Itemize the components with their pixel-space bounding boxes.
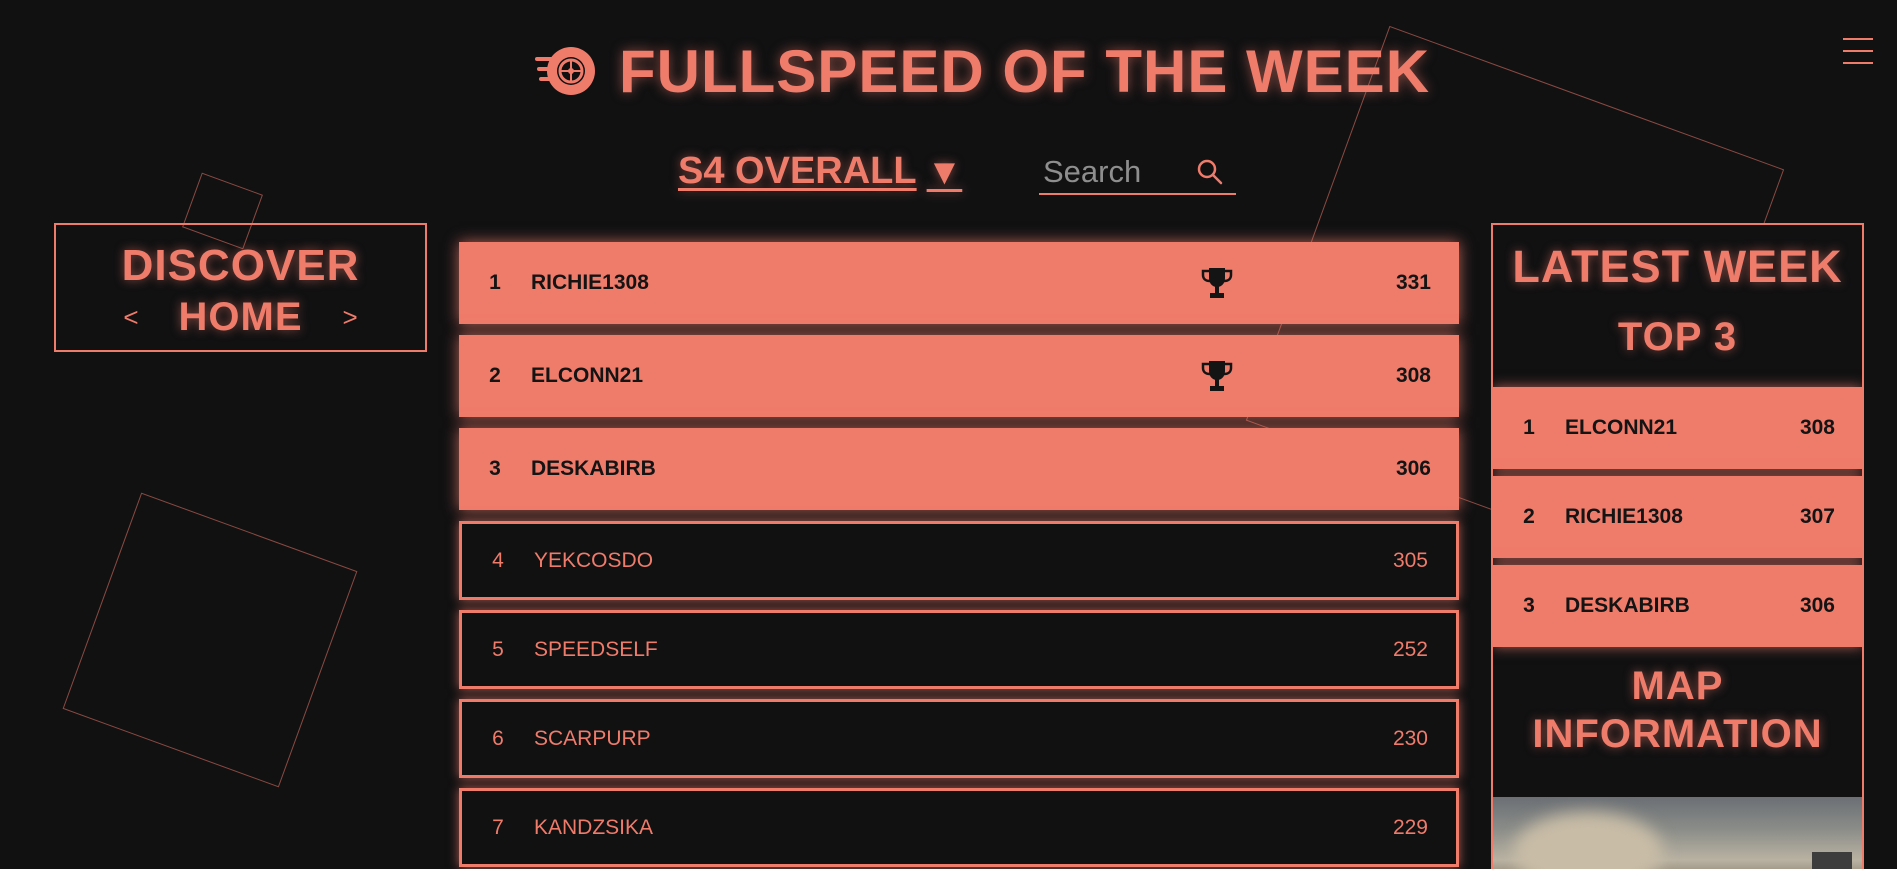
score: 230 xyxy=(1392,726,1428,750)
latest-week-row[interactable]: 2 RICHIE1308 307 xyxy=(1493,476,1862,558)
map-information-heading: MAP INFORMATION xyxy=(1532,664,1823,756)
site-header: FULLSPEED OF THE WEEK xyxy=(533,37,1431,105)
trophy-icon xyxy=(1201,268,1233,298)
filter-bar: S4 OVERALL ▼ xyxy=(678,150,1236,195)
leaderboard-row[interactable]: 6 SCARPURP 230 xyxy=(459,699,1459,778)
player-name: ELCONN21 xyxy=(1565,416,1678,439)
rank: 4 xyxy=(492,548,504,572)
home-link[interactable]: HOME xyxy=(179,295,303,340)
season-dropdown[interactable]: S4 OVERALL ▼ xyxy=(678,150,962,193)
leaderboard-row[interactable]: 2 ELCONN21 308 xyxy=(459,335,1459,417)
rank: 3 xyxy=(489,457,501,480)
latest-week-heading: LATEST WEEK xyxy=(1512,241,1843,292)
player-name: RICHIE1308 xyxy=(1565,505,1683,528)
player-name: DESKABIRB xyxy=(1565,594,1690,617)
trophy-icon xyxy=(1201,361,1233,391)
player-name: SPEEDSELF xyxy=(534,637,658,661)
latest-week-list: 1 ELCONN21 308 2 RICHIE1308 307 3 DESKAB… xyxy=(1493,387,1862,647)
rank: 2 xyxy=(1523,505,1535,528)
leaderboard-row[interactable]: 7 KANDZSIKA 229 xyxy=(459,788,1459,867)
discover-nav: < HOME > xyxy=(56,295,425,340)
rank: 1 xyxy=(489,271,501,294)
score: 308 xyxy=(1395,364,1431,387)
leaderboard-row[interactable]: 3 DESKABIRB 306 xyxy=(459,428,1459,510)
map-image-cloud xyxy=(1513,812,1663,869)
leaderboard-row[interactable]: 4 YEKCOSDO 305 xyxy=(459,521,1459,600)
search-input[interactable] xyxy=(1039,153,1194,190)
search-icon[interactable] xyxy=(1196,158,1224,186)
leaderboard-row[interactable]: 5 SPEEDSELF 252 xyxy=(459,610,1459,689)
rank: 5 xyxy=(492,637,504,661)
hamburger-menu-icon[interactable] xyxy=(1843,36,1873,66)
player-name: SCARPURP xyxy=(534,726,651,750)
decorative-square xyxy=(62,492,358,788)
rank: 6 xyxy=(492,726,504,750)
latest-week-row[interactable]: 3 DESKABIRB 306 xyxy=(1493,565,1862,647)
season-dropdown-label: S4 OVERALL xyxy=(678,150,917,192)
player-name: YEKCOSDO xyxy=(534,548,654,572)
player-name: KANDZSIKA xyxy=(534,815,654,839)
leaderboard: 1 RICHIE1308 331 2 ELCONN21 308 3 DESKAB… xyxy=(459,242,1459,869)
search-box xyxy=(1039,150,1236,195)
score: 305 xyxy=(1392,548,1428,572)
speeding-wheel-icon[interactable] xyxy=(533,39,597,103)
rank: 7 xyxy=(492,815,504,839)
next-arrow-button[interactable]: > xyxy=(343,302,358,333)
player-name: DESKABIRB xyxy=(531,457,656,480)
player-name: ELCONN21 xyxy=(531,364,644,387)
map-image xyxy=(1493,797,1862,869)
rank: 3 xyxy=(1523,594,1535,617)
latest-week-row[interactable]: 1 ELCONN21 308 xyxy=(1493,387,1862,469)
player-name: RICHIE1308 xyxy=(531,271,649,294)
score: 308 xyxy=(1799,416,1835,439)
map-image-building xyxy=(1812,852,1852,869)
score: 306 xyxy=(1395,457,1431,480)
rank: 2 xyxy=(489,364,501,387)
prev-arrow-button[interactable]: < xyxy=(123,302,138,333)
score: 306 xyxy=(1799,594,1835,617)
latest-week-panel: LATEST WEEK TOP 3 1 ELCONN21 308 2 RICHI… xyxy=(1491,223,1864,869)
discover-panel: DISCOVER < HOME > xyxy=(54,223,427,352)
score: 331 xyxy=(1395,271,1431,294)
caret-down-icon: ▼ xyxy=(926,150,963,192)
rank: 1 xyxy=(1523,416,1535,439)
leaderboard-row[interactable]: 1 RICHIE1308 331 xyxy=(459,242,1459,324)
page-title: FULLSPEED OF THE WEEK xyxy=(619,37,1431,105)
top3-heading: TOP 3 xyxy=(1617,315,1738,359)
score: 252 xyxy=(1392,637,1428,661)
score: 307 xyxy=(1799,505,1835,528)
score: 229 xyxy=(1392,815,1428,839)
discover-heading: DISCOVER xyxy=(121,241,360,290)
